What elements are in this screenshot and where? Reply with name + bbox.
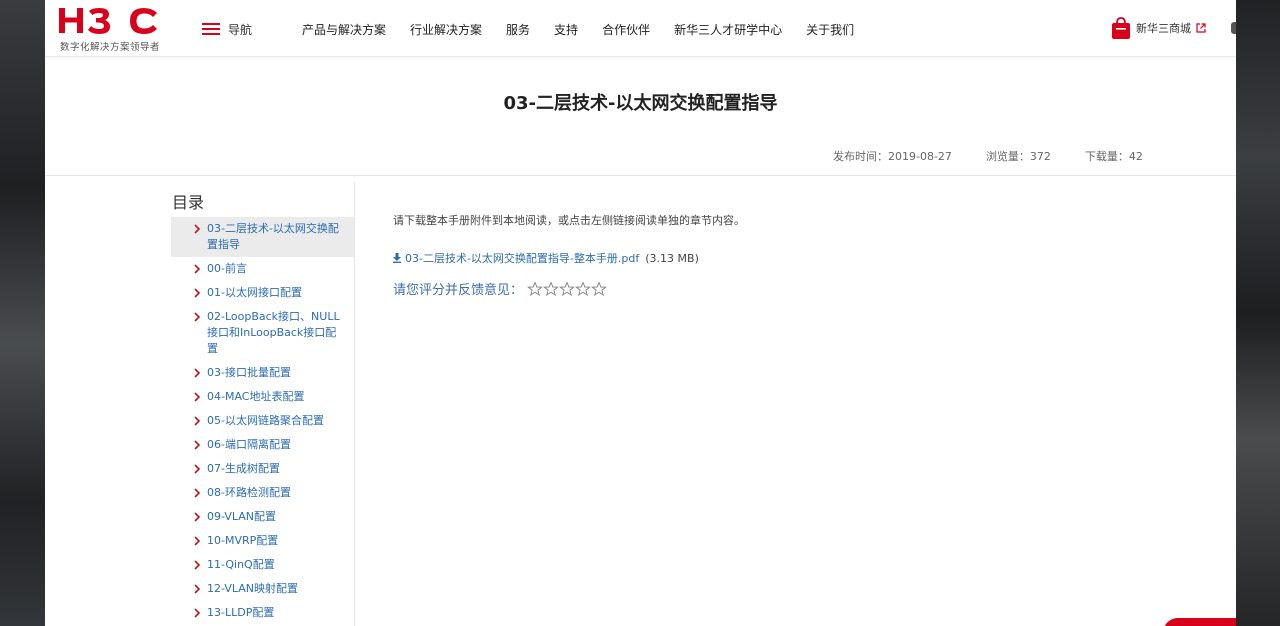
toc-item[interactable]: 11-QinQ配置 <box>171 553 354 577</box>
view-count: 浏览量：372 <box>985 150 1051 163</box>
download-count: 下载量：42 <box>1084 150 1143 163</box>
toc-item-label: 02-LoopBack接口、NULL接口和InLoopBack接口配置 <box>207 310 340 355</box>
toc-item[interactable]: 08-环路检测配置 <box>171 481 354 505</box>
background-left <box>0 0 45 626</box>
chevron-right-icon <box>194 440 201 450</box>
menu-item-talent-center[interactable]: 新华三人才研学中心 <box>674 21 782 38</box>
toc-title: 目录 <box>172 193 205 212</box>
menu-item-support[interactable]: 支持 <box>554 21 578 38</box>
download-link[interactable]: 03-二层技术-以太网交换配置指导-整本手册.pdf <box>405 250 639 266</box>
toc-item-label: 04-MAC地址表配置 <box>207 390 305 403</box>
toc-divider <box>354 182 355 626</box>
chevron-right-icon <box>194 288 201 298</box>
star-icon[interactable] <box>527 280 543 297</box>
toc-item[interactable]: 01-以太网接口配置 <box>171 281 354 305</box>
toc-item[interactable]: 07-生成树配置 <box>171 457 354 481</box>
rating-stars <box>527 280 607 297</box>
toc-item[interactable]: 06-端口隔离配置 <box>171 433 354 457</box>
h3c-logo[interactable]: 数字化解决方案领导者 <box>59 7 169 53</box>
rating: 请您评分并反馈意见： <box>393 279 607 298</box>
toc-item-label: 11-QinQ配置 <box>207 558 275 571</box>
toc-item[interactable]: 00-前言 <box>171 257 354 281</box>
main-menu: 产品与解决方案 行业解决方案 服务 支持 合作伙伴 新华三人才研学中心 关于我们 <box>302 21 878 38</box>
chevron-right-icon <box>194 488 201 498</box>
shop-label: 新华三商城 <box>1136 22 1191 35</box>
menu-item-partners[interactable]: 合作伙伴 <box>602 21 650 38</box>
hamburger-icon <box>202 22 220 36</box>
menu-item-products[interactable]: 产品与解决方案 <box>302 21 386 38</box>
toc-item[interactable]: 10-MVRP配置 <box>171 529 354 553</box>
star-icon[interactable] <box>575 280 591 297</box>
nav-toggle-button[interactable]: 导航 <box>202 18 252 40</box>
chevron-right-icon <box>194 416 201 426</box>
chevron-right-icon <box>194 560 201 570</box>
floating-button[interactable] <box>1163 618 1236 626</box>
toc-item-label: 01-以太网接口配置 <box>207 286 302 299</box>
background-right <box>1236 0 1280 626</box>
menu-item-services[interactable]: 服务 <box>506 21 530 38</box>
chevron-right-icon <box>194 464 201 474</box>
star-icon[interactable] <box>543 280 559 297</box>
nav-toggle-label: 导航 <box>228 22 253 37</box>
chevron-right-icon <box>194 392 201 402</box>
shopping-bag-icon <box>1112 17 1130 39</box>
header-divider <box>45 175 1236 176</box>
star-icon[interactable] <box>559 280 575 297</box>
publish-date: 发布时间：2019-08-27 <box>833 150 952 163</box>
toc-item-label: 07-生成树配置 <box>207 462 280 475</box>
toc-item-label: 13-LLDP配置 <box>207 606 275 619</box>
shop-link[interactable]: 新华三商城 <box>1111 16 1206 40</box>
brand-tagline: 数字化解决方案领导者 <box>60 42 161 53</box>
menu-item-industry[interactable]: 行业解决方案 <box>410 21 482 38</box>
chevron-right-icon <box>194 512 201 522</box>
toc-list: 03-二层技术-以太网交换配置指导 00-前言 01-以太网接口配置 02-LoopB… <box>171 217 354 625</box>
toc-item-label: 08-环路检测配置 <box>207 486 291 499</box>
toc-item-label: 06-端口隔离配置 <box>207 438 291 451</box>
toc-item[interactable]: 03-二层技术-以太网交换配置指导 <box>171 217 354 257</box>
file-size: (3.13 MB) <box>645 251 699 265</box>
edge-element <box>1231 22 1236 34</box>
download-icon <box>393 253 401 263</box>
toc-item[interactable]: 12-VLAN映射配置 <box>171 577 354 601</box>
toc-item-label: 00-前言 <box>207 262 247 275</box>
toc-item-label: 03-接口批量配置 <box>207 366 291 379</box>
chevron-right-icon <box>194 536 201 546</box>
page: 数字化解决方案领导者 导航 产品与解决方案 行业解决方案 服务 支持 合作伙伴 … <box>45 0 1236 626</box>
intro-text: 请下载整本手册附件到本地阅读，或点击左侧链接阅读单独的章节内容。 <box>393 214 745 227</box>
toc-item[interactable]: 03-接口批量配置 <box>171 361 354 385</box>
h3c-logo-mark <box>59 8 157 34</box>
toc-item-label: 05-以太网链路聚合配置 <box>207 414 324 427</box>
chevron-right-icon <box>194 264 201 274</box>
toc-item[interactable]: 04-MAC地址表配置 <box>171 385 354 409</box>
toc-item[interactable]: 09-VLAN配置 <box>171 505 354 529</box>
external-link-icon <box>1196 23 1206 33</box>
document-meta: 发布时间：2019-08-27 浏览量：372 下载量：42 <box>833 148 1143 164</box>
chevron-right-icon <box>194 368 201 378</box>
toc-item-label: 10-MVRP配置 <box>207 534 279 547</box>
menu-item-about[interactable]: 关于我们 <box>806 21 854 38</box>
toc-item-label: 09-VLAN配置 <box>207 510 276 523</box>
document-title: 03-二层技术-以太网交换配置指导 <box>503 93 778 114</box>
chevron-right-icon <box>194 312 201 322</box>
chevron-right-icon <box>194 584 201 594</box>
star-icon[interactable] <box>591 280 607 297</box>
toc-item-label: 12-VLAN映射配置 <box>207 582 298 595</box>
header: 数字化解决方案领导者 导航 产品与解决方案 行业解决方案 服务 支持 合作伙伴 … <box>45 0 1236 57</box>
chevron-right-icon <box>194 608 201 618</box>
chevron-right-icon <box>194 224 201 234</box>
toc-item[interactable]: 02-LoopBack接口、NULL接口和InLoopBack接口配置 <box>171 305 354 361</box>
toc-item[interactable]: 13-LLDP配置 <box>171 601 354 625</box>
rating-label: 请您评分并反馈意见： <box>393 283 524 298</box>
toc-item-label: 03-二层技术-以太网交换配置指导 <box>207 222 339 251</box>
toc-item[interactable]: 05-以太网链路聚合配置 <box>171 409 354 433</box>
download-row: 03-二层技术-以太网交换配置指导-整本手册.pdf (3.13 MB) <box>393 250 699 266</box>
